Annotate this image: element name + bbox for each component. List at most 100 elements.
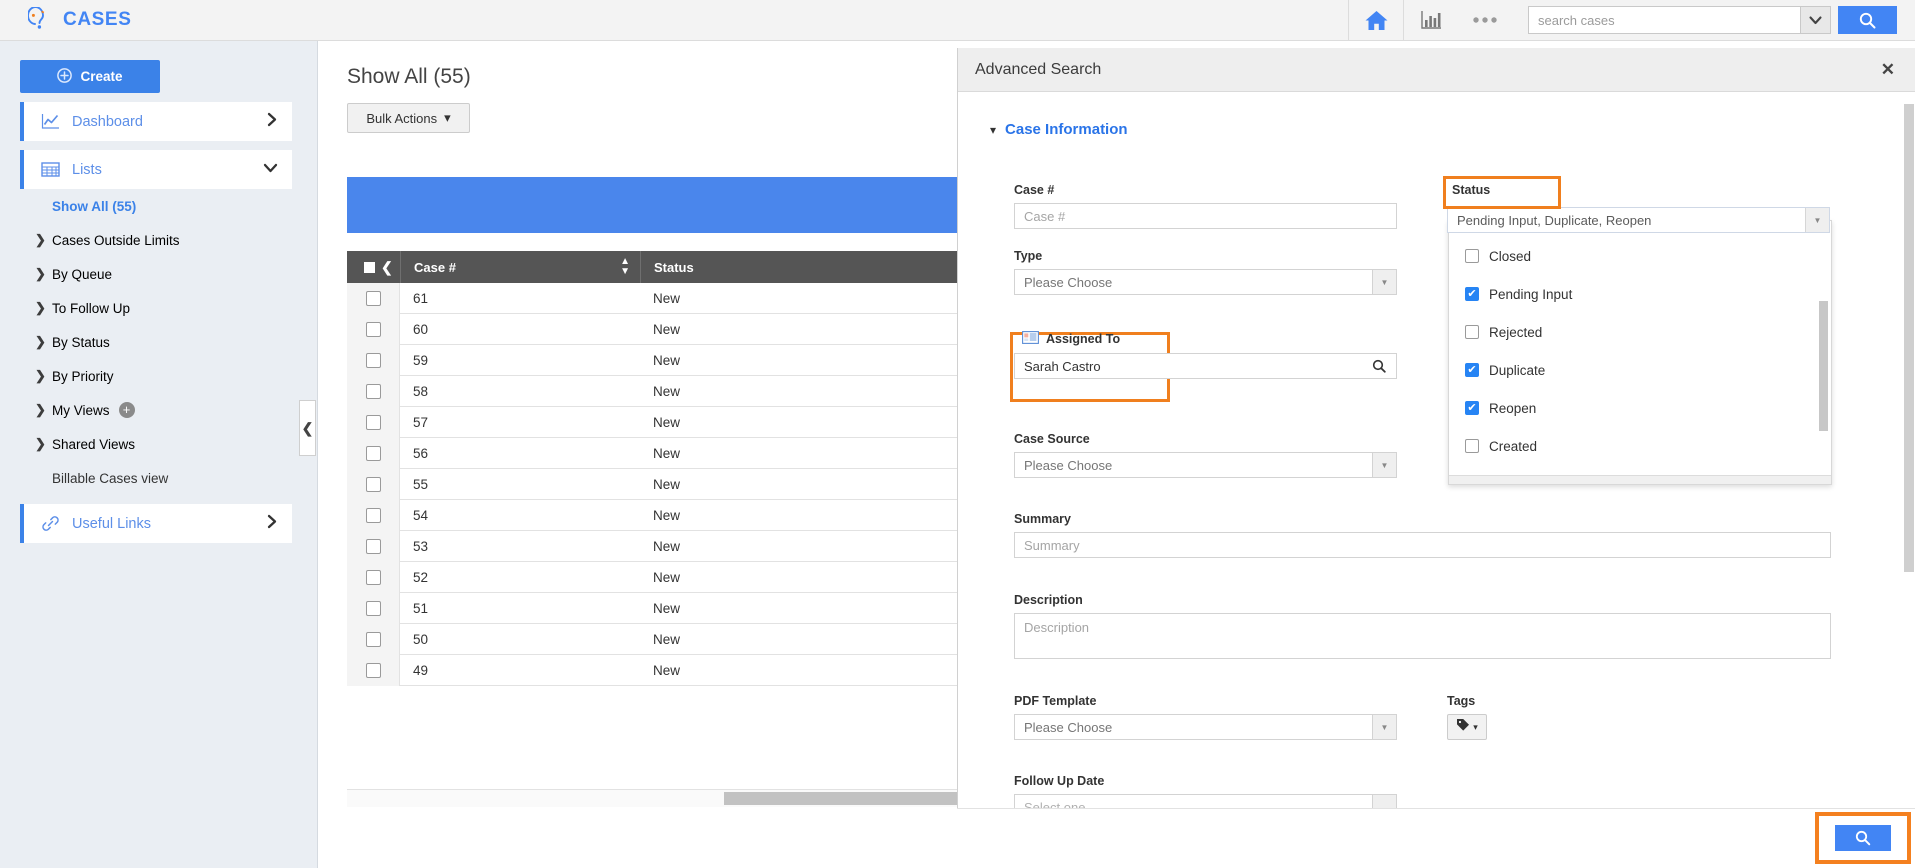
sidebar-item-dashboard[interactable]: Dashboard [20, 102, 292, 141]
status-option[interactable]: Created [1449, 427, 1831, 465]
search-submit-button[interactable] [1838, 6, 1897, 34]
status-option[interactable]: ✔ Pending Input [1449, 275, 1831, 313]
status-select[interactable]: Pending Input, Duplicate, Reopen ▼ [1447, 207, 1830, 233]
status-option-checkbox[interactable]: ✔ [1465, 401, 1479, 415]
row-checkbox-cell[interactable] [347, 654, 400, 686]
home-icon[interactable] [1349, 0, 1403, 41]
sidebar-item-billable-cases-view[interactable]: Billable Cases view [52, 461, 317, 495]
tags-button[interactable]: ▾ [1447, 714, 1487, 740]
table-row[interactable]: 56 New [347, 437, 957, 469]
row-checkbox-cell[interactable] [347, 406, 400, 438]
row-checkbox-cell[interactable] [347, 592, 400, 624]
table-row[interactable]: 55 New [347, 468, 957, 500]
row-checkbox[interactable] [365, 383, 381, 399]
row-checkbox-cell[interactable] [347, 313, 400, 345]
table-row[interactable]: 50 New [347, 623, 957, 655]
row-checkbox[interactable] [365, 631, 381, 647]
row-checkbox-cell[interactable] [347, 468, 400, 500]
table-row[interactable]: 58 New [347, 375, 957, 407]
sidebar-item-my-views[interactable]: ❯ My Views + [35, 393, 317, 427]
row-checkbox-cell[interactable] [347, 437, 400, 469]
sidebar-item-show-all[interactable]: Show All (55) [52, 189, 317, 223]
table-row[interactable]: 52 New [347, 561, 957, 593]
bulk-actions-button[interactable]: Bulk Actions ▾ [347, 103, 470, 133]
table-row[interactable]: 60 New [347, 313, 957, 345]
row-checkbox[interactable] [365, 290, 381, 306]
status-dropdown-list[interactable]: AssignedClosed✔Pending InputRejected✔Dup… [1448, 220, 1832, 485]
close-icon[interactable]: ✕ [1881, 60, 1895, 80]
row-checkbox[interactable] [365, 569, 381, 585]
sidebar-item-by-queue[interactable]: ❯ By Queue [35, 257, 317, 291]
status-option-checkbox[interactable]: ✔ [1465, 287, 1479, 301]
more-dots-icon[interactable] [1458, 0, 1512, 41]
search-input[interactable] [1528, 6, 1800, 34]
sidebar-item-shared-views[interactable]: ❯ Shared Views [35, 427, 317, 461]
row-checkbox[interactable] [365, 662, 381, 678]
chevron-right-icon: ❯ [35, 402, 46, 417]
create-button[interactable]: Create [20, 60, 160, 93]
row-checkbox[interactable] [365, 321, 381, 337]
table-row[interactable]: 53 New [347, 530, 957, 562]
status-option-checkbox[interactable]: ✔ [1465, 363, 1479, 377]
status-option[interactable]: Closed [1449, 237, 1831, 275]
sidebar-item-by-priority[interactable]: ❯ By Priority [35, 359, 317, 393]
row-checkbox-cell[interactable] [347, 561, 400, 593]
row-checkbox-cell[interactable] [347, 282, 400, 314]
row-checkbox-cell[interactable] [347, 530, 400, 562]
sidebar-item-by-status[interactable]: ❯ By Status [35, 325, 317, 359]
sidebar-item-useful-links[interactable]: Useful Links [20, 504, 292, 543]
brand-logo-group[interactable]: CASES [27, 6, 131, 33]
caret-down-icon: ▼ [1372, 715, 1396, 739]
advanced-search-submit-button[interactable] [1835, 825, 1891, 851]
assigned-to-search-button[interactable] [1362, 353, 1397, 379]
row-checkbox[interactable] [365, 414, 381, 430]
sidebar-item-to-follow-up[interactable]: ❯ To Follow Up [35, 291, 317, 325]
row-checkbox[interactable] [365, 352, 381, 368]
table-row[interactable]: 57 New [347, 406, 957, 438]
follow-up-date-select[interactable]: Select one [1014, 794, 1397, 808]
table-row[interactable]: 49 New [347, 654, 957, 686]
pdf-template-select[interactable]: Please Choose ▼ [1014, 714, 1397, 740]
row-checkbox-cell[interactable] [347, 623, 400, 655]
row-checkbox[interactable] [365, 507, 381, 523]
chevron-left-icon[interactable]: ❮ [381, 259, 393, 276]
summary-input[interactable] [1014, 532, 1831, 558]
row-checkbox[interactable] [365, 476, 381, 492]
add-view-icon[interactable]: + [118, 402, 135, 418]
status-option[interactable]: Rejected [1449, 313, 1831, 351]
column-header-status[interactable]: Status ▼ ▲▼ [640, 251, 957, 283]
panel-scrollbar-thumb[interactable] [1904, 104, 1914, 572]
status-option[interactable]: ✔ Duplicate [1449, 351, 1831, 389]
row-checkbox[interactable] [365, 538, 381, 554]
status-option[interactable]: ✔ Reopen [1449, 389, 1831, 427]
sidebar-item-lists[interactable]: Lists [20, 150, 292, 189]
table-row[interactable]: 51 New [347, 592, 957, 624]
column-header-case-number[interactable]: Case # ▲ ▼ [400, 251, 640, 283]
row-checkbox-cell[interactable] [347, 375, 400, 407]
sort-updown-icon[interactable]: ▲ ▼ [620, 257, 630, 277]
row-checkbox[interactable] [365, 445, 381, 461]
table-row[interactable]: 61 New [347, 282, 957, 314]
status-option-checkbox[interactable] [1465, 439, 1479, 453]
status-option-checkbox[interactable] [1465, 249, 1479, 263]
table-row[interactable]: 59 New [347, 344, 957, 376]
description-textarea[interactable] [1014, 613, 1831, 659]
row-checkbox-cell[interactable] [347, 499, 400, 531]
status-option-checkbox[interactable] [1465, 325, 1479, 339]
assigned-to-input[interactable] [1014, 353, 1363, 379]
sidebar-collapse-handle[interactable]: ❮ [299, 400, 316, 456]
table-row[interactable]: 54 New [347, 499, 957, 531]
select-all-cell[interactable]: ❮ [347, 259, 400, 276]
bar-chart-icon[interactable] [1404, 0, 1458, 41]
row-checkbox-cell[interactable] [347, 344, 400, 376]
sidebar-item-cases-outside-limits[interactable]: ❯ Cases Outside Limits [35, 223, 317, 257]
case-number-input[interactable] [1014, 203, 1397, 229]
case-source-select[interactable]: Please Choose ▼ [1014, 452, 1397, 478]
row-checkbox[interactable] [365, 600, 381, 616]
select-all-checkbox[interactable] [364, 261, 375, 273]
chevron-down-icon[interactable] [1800, 6, 1831, 34]
status-scrollbar-thumb[interactable] [1819, 301, 1828, 431]
type-select[interactable]: Please Choose ▼ [1014, 269, 1397, 295]
section-header-case-information[interactable]: ▾ Case Information [990, 121, 1915, 138]
horizontal-scrollbar-thumb[interactable] [724, 792, 957, 805]
